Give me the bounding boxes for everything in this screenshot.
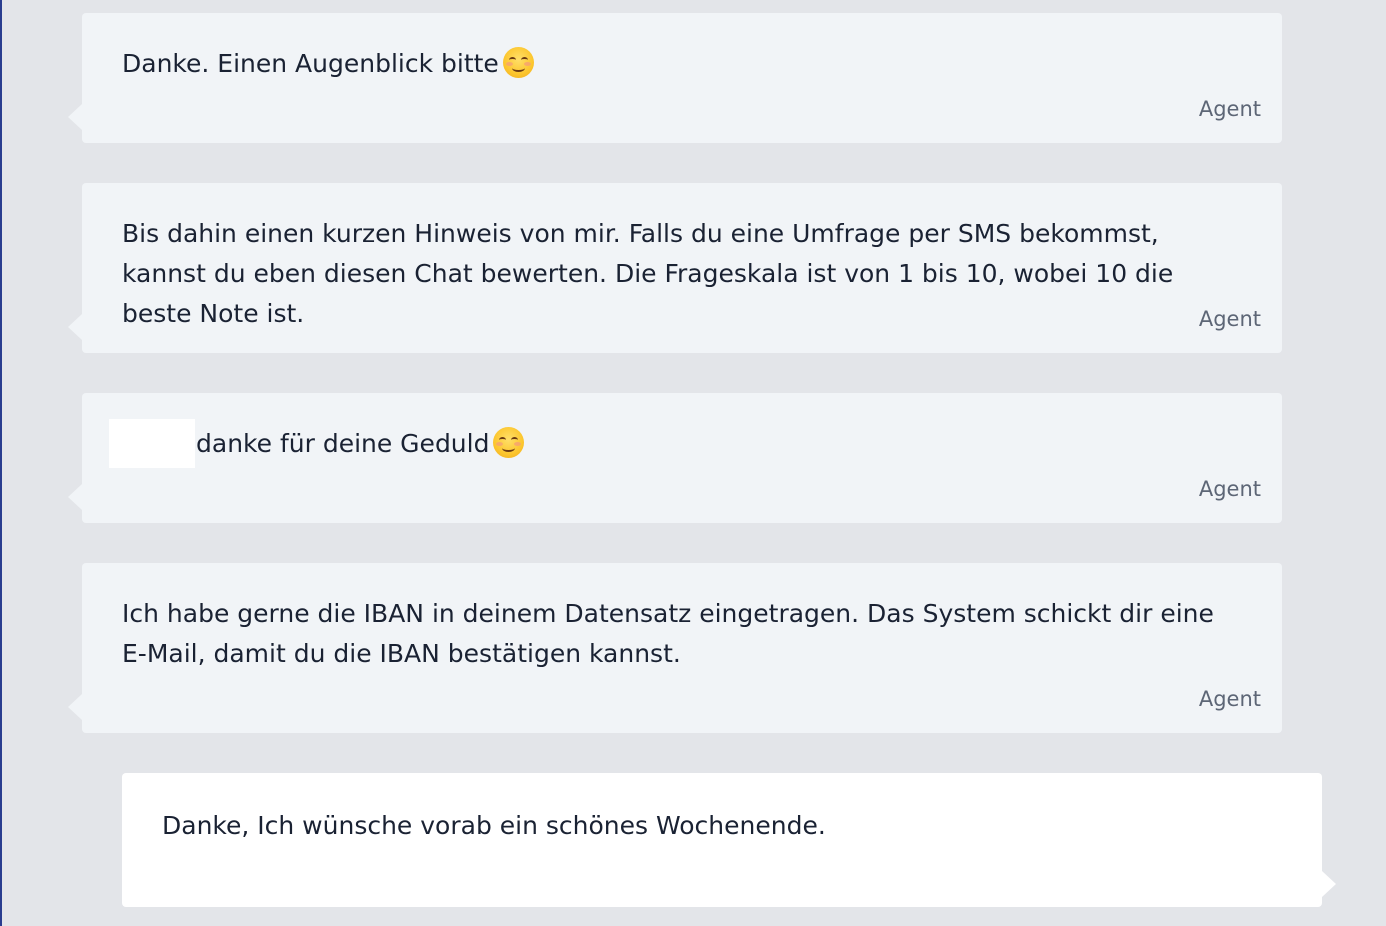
agent-message-bubble: danke für deine Geduld Agent (68, 393, 1282, 523)
agent-message-bubble: Bis dahin einen kurzen Hinweis von mir. … (68, 183, 1282, 353)
agent-message-bubble: Ich habe gerne die IBAN in deinem Datens… (68, 563, 1282, 733)
message-text-content: danke für deine Geduld (196, 429, 490, 458)
message-text: Danke. Einen Augenblick bitte (122, 44, 1222, 84)
sender-label: Agent (1198, 687, 1261, 711)
redacted-name-block (109, 419, 195, 468)
sender-label: Agent (1198, 477, 1261, 501)
window-edge (0, 0, 2, 926)
smiling-face-icon (502, 47, 534, 78)
user-message-bubble: Danke, Ich wünsche vorab ein schönes Woc… (122, 773, 1336, 907)
message-text: Bis dahin einen kurzen Hinweis von mir. … (122, 219, 1174, 328)
sender-label: Agent (1198, 307, 1261, 331)
message-text-content: Danke. Einen Augenblick bitte (122, 49, 499, 78)
message-text: danke für deine Geduld (196, 424, 1222, 464)
message-text: Danke, Ich wünsche vorab ein schönes Woc… (162, 811, 826, 840)
smiling-face-icon (493, 427, 525, 458)
message-text: Ich habe gerne die IBAN in deinem Datens… (122, 599, 1214, 668)
sender-label: Agent (1198, 97, 1261, 121)
agent-message-bubble: Danke. Einen Augenblick bitte Agent (68, 13, 1282, 143)
